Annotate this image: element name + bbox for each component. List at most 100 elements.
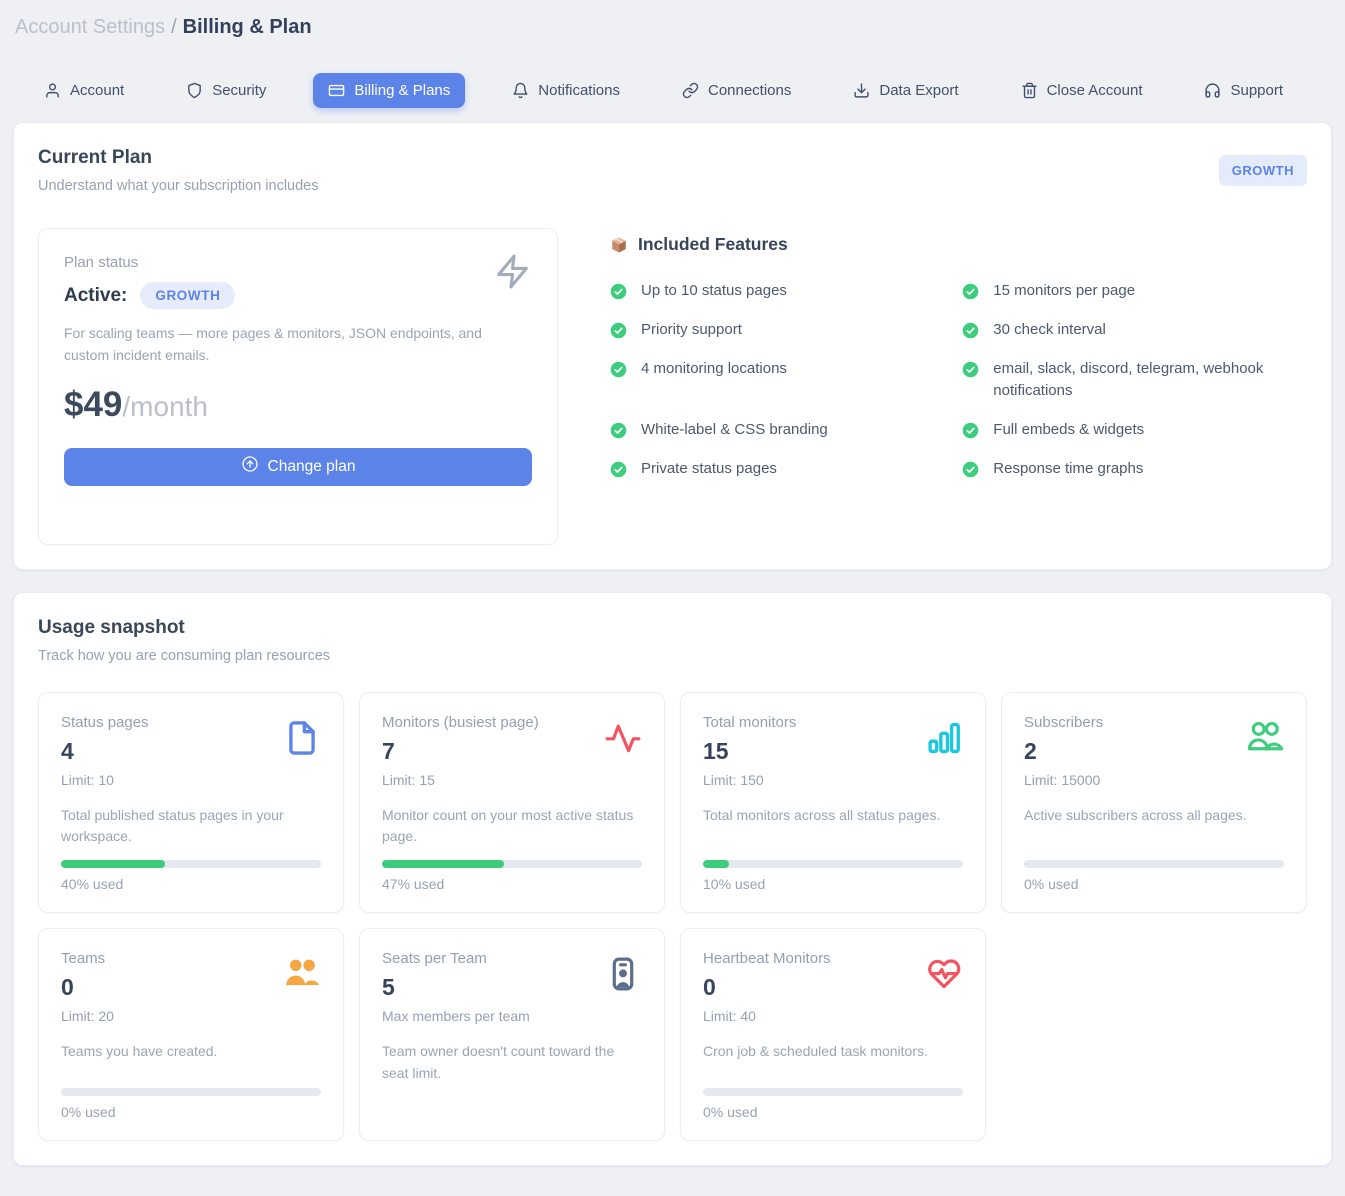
feature-item: email, slack, discord, telegram, webhook… — [962, 358, 1307, 402]
feature-label: Up to 10 status pages — [641, 280, 787, 302]
user-icon — [44, 82, 61, 99]
usage-card-description: Teams you have created. — [61, 1041, 321, 1063]
usage-card-title: Heartbeat Monitors — [703, 950, 831, 967]
feature-label: email, slack, discord, telegram, webhook… — [993, 358, 1307, 402]
usage-card-value: 0 — [61, 974, 114, 1001]
feature-item: 30 check interval — [962, 319, 1307, 341]
feature-item: Up to 10 status pages — [610, 280, 938, 302]
shield-icon — [186, 82, 203, 99]
usage-card-total-monitors: Total monitors 15 Limit: 150 Total monit… — [680, 692, 986, 913]
progress-bar — [703, 1088, 963, 1096]
check-circle-icon — [962, 319, 979, 339]
usage-card-title: Seats per Team — [382, 950, 530, 967]
feature-item: White-label & CSS branding — [610, 419, 938, 441]
feature-item: 15 monitors per page — [962, 280, 1307, 302]
tab-security[interactable]: Security — [171, 73, 281, 108]
usage-percent-label: 47% used — [382, 876, 642, 892]
usage-snapshot-card: Usage snapshot Track how you are consumi… — [13, 592, 1332, 1166]
bell-icon — [512, 82, 529, 99]
tab-account[interactable]: Account — [29, 73, 139, 108]
progress-fill — [382, 860, 504, 868]
usage-card-limit: Limit: 40 — [703, 1008, 831, 1024]
usage-card-monitors-busiest-page: Monitors (busiest page) 7 Limit: 15 Moni… — [359, 692, 665, 913]
feature-label: 15 monitors per page — [993, 280, 1135, 302]
plan-status-card: Plan status Active: GROWTH For scaling t… — [38, 228, 558, 545]
feature-item: Full embeds & widgets — [962, 419, 1307, 441]
tab-close-account[interactable]: Close Account — [1006, 73, 1158, 108]
usage-card-description: Total monitors across all status pages. — [703, 805, 963, 827]
users-outline-icon — [1246, 719, 1284, 757]
usage-title: Usage snapshot — [38, 617, 1307, 639]
headset-icon — [1204, 82, 1221, 99]
usage-percent-label: 10% used — [703, 876, 963, 892]
tab-billing-plans[interactable]: Billing & Plans — [313, 73, 465, 108]
breadcrumb-separator: / — [171, 16, 177, 38]
feature-label: Full embeds & widgets — [993, 419, 1144, 441]
plan-status-label: Plan status — [64, 254, 532, 271]
usage-card-limit: Limit: 10 — [61, 772, 149, 788]
feature-label: Private status pages — [641, 458, 777, 480]
usage-percent-label: 0% used — [1024, 876, 1284, 892]
tab-label: Billing & Plans — [354, 82, 450, 99]
usage-card-title: Monitors (busiest page) — [382, 714, 539, 731]
usage-card-status-pages: Status pages 4 Limit: 10 Total published… — [38, 692, 344, 913]
usage-card-heartbeat-monitors: Heartbeat Monitors 0 Limit: 40 Cron job … — [680, 928, 986, 1141]
usage-card-description: Monitor count on your most active status… — [382, 805, 642, 848]
check-circle-icon — [610, 280, 627, 300]
usage-card-limit: Limit: 150 — [703, 772, 796, 788]
check-circle-icon — [610, 358, 627, 378]
check-circle-icon — [610, 319, 627, 339]
feature-label: Priority support — [641, 319, 742, 341]
usage-percent-label: 0% used — [61, 1104, 321, 1120]
tab-bar: Account Security Billing & Plans Notific… — [13, 73, 1332, 108]
feature-label: 30 check interval — [993, 319, 1106, 341]
usage-card-description: Team owner doesn't count toward the seat… — [382, 1041, 642, 1084]
features-grid: Up to 10 status pages 15 monitors per pa… — [610, 280, 1307, 480]
tab-label: Close Account — [1047, 82, 1143, 99]
usage-card-value: 5 — [382, 974, 530, 1001]
progress-bar — [61, 860, 321, 868]
tab-data-export[interactable]: Data Export — [838, 73, 973, 108]
check-circle-icon — [962, 458, 979, 478]
tab-label: Support — [1230, 82, 1283, 99]
feature-label: Response time graphs — [993, 458, 1143, 480]
tab-label: Data Export — [879, 82, 958, 99]
plan-active-label: Active: — [64, 285, 127, 307]
package-icon — [610, 236, 628, 254]
check-circle-icon — [962, 280, 979, 300]
current-plan-card: Current Plan Understand what your subscr… — [13, 122, 1332, 570]
usage-card-description: Total published status pages in your wor… — [61, 805, 321, 848]
usage-card-seats-per-team: Seats per Team 5 Max members per team Te… — [359, 928, 665, 1141]
usage-card-title: Subscribers — [1024, 714, 1103, 731]
lightning-icon — [494, 253, 531, 295]
usage-card-value: 4 — [61, 738, 149, 765]
plan-description: For scaling teams — more pages & monitor… — [64, 322, 504, 367]
change-plan-button[interactable]: Change plan — [64, 448, 532, 486]
feature-item: Priority support — [610, 319, 938, 341]
tab-label: Notifications — [538, 82, 620, 99]
tab-notifications[interactable]: Notifications — [497, 73, 635, 108]
tab-support[interactable]: Support — [1189, 73, 1298, 108]
heart-pulse-icon — [925, 955, 963, 993]
breadcrumb-section: Account Settings — [15, 16, 165, 38]
tab-label: Security — [212, 82, 266, 99]
included-features: Included Features Up to 10 status pages … — [610, 228, 1307, 545]
check-circle-icon — [962, 419, 979, 439]
usage-card-value: 7 — [382, 738, 539, 765]
feature-label: White-label & CSS branding — [641, 419, 828, 441]
usage-card-title: Status pages — [61, 714, 149, 731]
feature-label: 4 monitoring locations — [641, 358, 787, 380]
usage-card-title: Teams — [61, 950, 114, 967]
usage-card-limit: Limit: 15000 — [1024, 772, 1103, 788]
usage-subtitle: Track how you are consuming plan resourc… — [38, 648, 1307, 664]
breadcrumb: Account Settings/Billing & Plan — [13, 12, 1332, 39]
activity-icon — [604, 719, 642, 757]
plan-price: $49/month — [64, 385, 532, 425]
plan-status-badge: GROWTH — [140, 282, 235, 309]
billing-page: Account Settings/Billing & Plan Account … — [0, 0, 1345, 1196]
file-icon — [283, 719, 321, 757]
usage-card-value: 2 — [1024, 738, 1103, 765]
feature-item: 4 monitoring locations — [610, 358, 938, 402]
usage-card-teams: Teams 0 Limit: 20 Teams you have created… — [38, 928, 344, 1141]
tab-connections[interactable]: Connections — [667, 73, 806, 108]
